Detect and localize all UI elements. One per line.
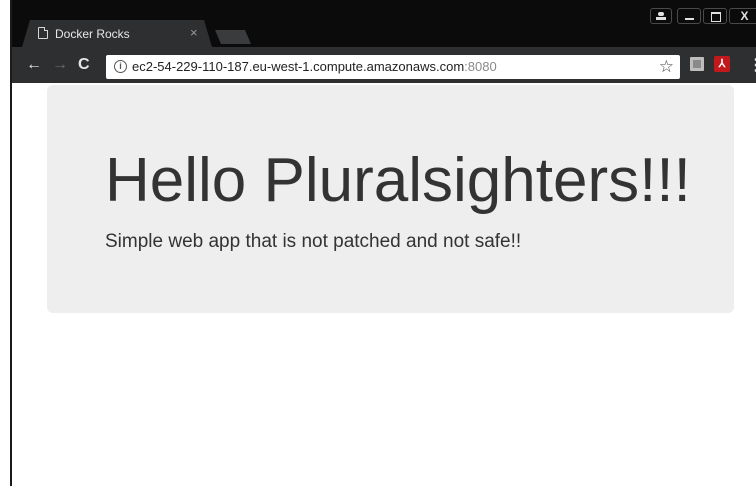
- tab-close-icon[interactable]: ×: [190, 26, 198, 40]
- url-port: :8080: [464, 59, 497, 74]
- pdf-extension-icon[interactable]: ⅄: [714, 56, 730, 72]
- maximize-button[interactable]: [703, 8, 727, 24]
- extension-icon[interactable]: [690, 57, 704, 71]
- address-bar[interactable]: i ec2-54-229-110-187.eu-west-1.compute.a…: [106, 55, 680, 79]
- minimize-button[interactable]: [677, 8, 701, 24]
- forward-arrow-icon[interactable]: →: [52, 56, 68, 74]
- close-window-button[interactable]: X: [729, 8, 756, 24]
- browser-toolbar: ← → C i ec2-54-229-110-187.eu-west-1.com…: [12, 47, 756, 83]
- url-text[interactable]: ec2-54-229-110-187.eu-west-1.compute.ama…: [132, 59, 497, 75]
- user-icon: [658, 12, 664, 16]
- url-host: ec2-54-229-110-187.eu-west-1.compute.ama…: [132, 59, 465, 74]
- title-bar: Docker Rocks × X: [12, 0, 756, 47]
- info-icon[interactable]: i: [114, 60, 127, 73]
- bookmark-star-icon[interactable]: ☆: [659, 57, 674, 76]
- profile-button[interactable]: [650, 8, 672, 24]
- back-arrow-icon[interactable]: ←: [26, 56, 42, 74]
- new-tab-button[interactable]: [215, 30, 251, 44]
- page-subtitle: Simple web app that is not patched and n…: [105, 231, 522, 252]
- document-icon: [38, 27, 48, 39]
- browser-window: Docker Rocks × X ← → C i ec2-54-229-110-…: [10, 0, 756, 486]
- tab-title: Docker Rocks: [55, 27, 130, 41]
- page-title: Hello Pluralsighters!!!: [105, 146, 691, 215]
- reload-icon[interactable]: C: [78, 56, 90, 74]
- menu-icon[interactable]: ⋮: [748, 55, 756, 75]
- jumbotron: Hello Pluralsighters!!! Simple web app t…: [47, 85, 734, 313]
- user-icon-body: [656, 17, 666, 20]
